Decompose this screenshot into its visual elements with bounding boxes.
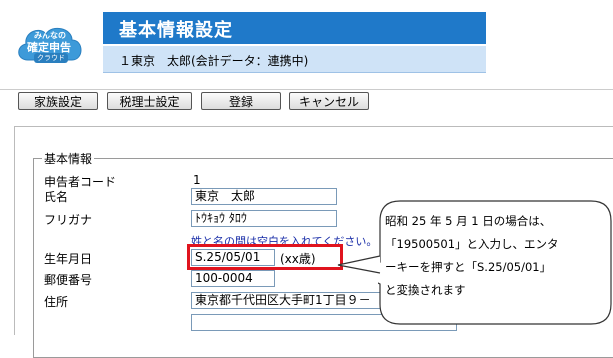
user-info-bar: １東京 太郎(会計データ：連携中) [103,46,486,73]
callout-line4: と変換されます [385,283,466,297]
callout-line2: 「19500501」と入力し、エンタ [385,237,559,251]
toolbar-divider [0,89,613,90]
cancel-button[interactable]: キャンセル [289,92,369,110]
callout-line1: 昭和 25 年 5 月 1 日の場合は、 [385,214,552,228]
toolbar: 家族設定 税理士設定 登録 キャンセル [0,92,613,116]
title-bar: 基本情報設定 [103,12,486,44]
user-info: １東京 太郎(会計データ：連携中) [119,54,309,68]
birthdate-highlight-box [187,244,343,270]
postal-code-field[interactable]: 100-0004 [191,270,275,287]
name-label: 氏名 [44,190,69,204]
taxpayer-code-value: 1 [193,173,201,187]
postal-code-label: 郵便番号 [44,273,93,287]
birthdate-label: 生年月日 [44,252,93,266]
register-button[interactable]: 登録 [201,92,281,110]
callout-line3: ーキーを押すと「S.25/05/01」 [385,260,552,274]
accountant-settings-button[interactable]: 税理士設定 [107,92,192,110]
name-field[interactable]: 東京 太郎 [191,188,337,205]
content-top-border [14,126,613,127]
address-label: 住所 [44,295,69,309]
address-field[interactable]: 東京都千代田区大手町1丁目９－ [191,292,381,309]
family-settings-button[interactable]: 家族設定 [18,92,98,110]
page-title: 基本情報設定 [119,20,233,41]
content-left-border [14,126,15,335]
callout-text: 昭和 25 年 5 月 1 日の場合は、 「19500501」と入力し、エンタ … [385,210,600,302]
furigana-field[interactable]: ﾄｳｷｮｳ ﾀﾛｳ [191,210,337,227]
app-logo: みんなの 確定申告 クラウド [14,20,86,68]
furigana-label: フリガナ [44,213,93,227]
callout-pointer [337,255,381,274]
section-legend: 基本情報 [42,150,95,167]
logo-line3: クラウド [34,53,68,63]
header: みんなの 確定申告 クラウド 基本情報設定 １東京 太郎(会計データ：連携中) [0,0,613,86]
